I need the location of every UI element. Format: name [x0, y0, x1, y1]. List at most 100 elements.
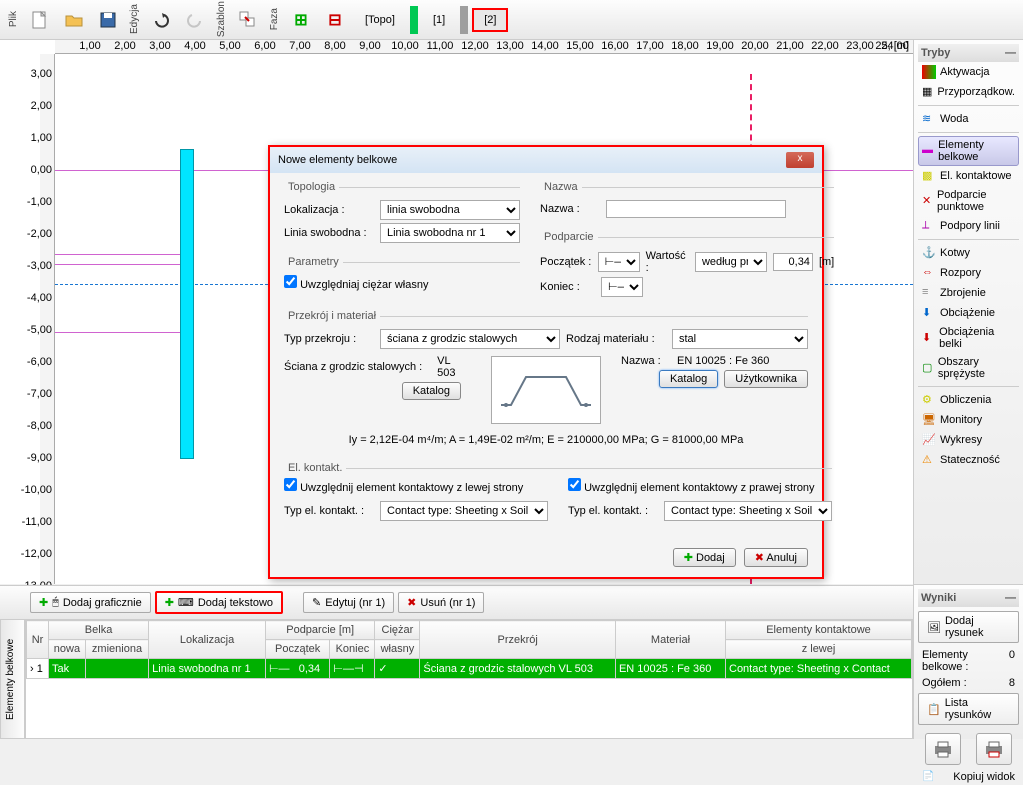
koniec-label: Koniec :: [540, 281, 595, 293]
th-ciezar[interactable]: Ciężar: [375, 621, 420, 640]
action-bar: ✚🖱 Dodaj graficznie ✚⌨ Dodaj tekstowo ✎ …: [0, 585, 913, 619]
table-row[interactable]: › 1 Tak Linia swobodna nr 1 ⊢— 0,34 ⊢—⊣ …: [27, 659, 912, 679]
dialog-close-button[interactable]: x: [786, 152, 814, 168]
kontakt-left-cb[interactable]: [284, 478, 297, 491]
nazwa-label: Nazwa :: [540, 203, 600, 215]
wyniki-title: Wyniki: [921, 592, 956, 604]
th-nr[interactable]: Nr: [27, 621, 49, 659]
typ-przekroju-select[interactable]: ściana z grodzic stalowych: [380, 329, 560, 349]
poczatek-select[interactable]: ⊢—: [598, 252, 640, 272]
dialog-title-text: Nowe elementy belkowe: [278, 154, 397, 166]
tryby-title: Tryby: [921, 47, 950, 59]
tryby-statecznosc[interactable]: ⚠Stateczność: [918, 450, 1019, 470]
vertical-tab-elementy-belkowe[interactable]: Elementy belkowe: [0, 619, 25, 739]
print-color-button[interactable]: [976, 733, 1012, 765]
phase-marker-2: [460, 6, 468, 34]
wartosc-input[interactable]: [773, 253, 813, 271]
legend-topologia: Topologia: [284, 181, 339, 193]
legend-kontakt: El. kontakt.: [284, 462, 346, 474]
sciana-value: VL 503: [437, 355, 471, 379]
tryby-obciazenia-belki[interactable]: ⬇Obciążenia belki: [918, 323, 1019, 353]
ruler-vertical: 3,002,001,000,00-1,00-2,00-3,00-4,00-5,0…: [40, 54, 55, 584]
tab-1[interactable]: [1]: [422, 9, 456, 31]
tryby-monitory[interactable]: 🖥Monitory: [918, 410, 1019, 430]
template-button[interactable]: [232, 4, 264, 36]
th-elkontakt[interactable]: Elementy kontaktowe: [726, 621, 912, 640]
th-przekroj[interactable]: Przekrój: [420, 621, 616, 659]
dodaj-tekstowo-button[interactable]: ✚⌨ Dodaj tekstowo: [155, 591, 283, 614]
dodaj-rysunek-button[interactable]: 🖼 Dodaj rysunek: [918, 611, 1019, 643]
kontakt-right-cb[interactable]: [568, 478, 581, 491]
koniec-select[interactable]: ⊢—⊣: [601, 277, 643, 297]
tryby-przyporzadkow[interactable]: ▦Przyporządkow.: [918, 82, 1019, 102]
kontakt-typ-left-select[interactable]: Contact type: Sheeting x Soil: [380, 501, 548, 521]
wyniki-ogolem-val: 8: [1009, 677, 1015, 689]
th-lokalizacja[interactable]: Lokalizacja: [149, 621, 266, 659]
kontakt-left-label[interactable]: Uwzględnij element kontaktowy z lewej st…: [284, 482, 523, 494]
tryby-woda[interactable]: ≋Woda: [918, 109, 1019, 129]
nazwa-input[interactable]: [606, 200, 786, 218]
remove-phase-button[interactable]: ⊟: [319, 4, 351, 36]
lokalizacja-select[interactable]: linia swobodna: [380, 200, 520, 220]
phase-label: Faza: [269, 8, 280, 30]
tryby-obciazenie[interactable]: ⬇Obciążenie: [918, 303, 1019, 323]
katalog-button-left[interactable]: Katalog: [402, 382, 461, 400]
wyniki-minimize[interactable]: —: [1005, 592, 1016, 604]
open-file-button[interactable]: [58, 4, 90, 36]
mat-nazwa-label: Nazwa :: [621, 355, 671, 367]
tryby-rozpory[interactable]: ⇔Rozpory: [918, 263, 1019, 283]
legend-podparcie: Podparcie: [540, 231, 598, 243]
th-material[interactable]: Materiał: [615, 621, 725, 659]
linia-select[interactable]: Linia swobodna nr 1: [380, 223, 520, 243]
th-belka[interactable]: Belka: [48, 621, 148, 640]
print-bw-button[interactable]: [925, 733, 961, 765]
th-podparcie[interactable]: Podparcie [m]: [265, 621, 374, 640]
ciezar-checkbox-label[interactable]: Uwzględniaj ciężar własny: [284, 275, 428, 291]
tryby-podpory-linii[interactable]: ⟂Podpory linii: [918, 216, 1019, 236]
dodaj-button[interactable]: ✚ Dodaj: [673, 548, 736, 567]
tryby-minimize[interactable]: —: [1005, 47, 1016, 59]
ruler-horizontal: 1,002,003,004,005,006,007,008,009,0010,0…: [55, 40, 913, 54]
dialog-nowe-elementy-belkowe: Nowe elementy belkowe x Topologia Lokali…: [268, 145, 824, 579]
wyniki-panel: Wyniki — 🖼 Dodaj rysunek Elementy belkowe…: [913, 584, 1023, 739]
ciezar-checkbox[interactable]: [284, 275, 297, 288]
tryby-aktywacja[interactable]: Aktywacja: [918, 62, 1019, 82]
tab-topo[interactable]: [Topo]: [354, 9, 406, 31]
undo-button[interactable]: [145, 4, 177, 36]
redo-button[interactable]: [179, 4, 211, 36]
wartosc-select[interactable]: według przekroju: [695, 252, 767, 272]
poczatek-label: Początek :: [540, 256, 592, 268]
katalog-button-right[interactable]: Katalog: [659, 370, 718, 388]
wyniki-elem-label: Elementy belkowe :: [922, 649, 1009, 673]
tab-2[interactable]: [2]: [472, 8, 508, 32]
legend-parametry: Parametry: [284, 256, 343, 268]
tryby-wykresy[interactable]: 📈Wykresy: [918, 430, 1019, 450]
tryby-kotwy[interactable]: ⚓Kotwy: [918, 243, 1019, 263]
wartosc-label: Wartość :: [646, 250, 689, 274]
usun-button[interactable]: ✖ Usuń (nr 1): [398, 592, 484, 613]
formula-text: Iy = 2,12E-04 m⁴/m; A = 1,49E-02 m²/m; E…: [284, 434, 808, 446]
sheet-pile-element[interactable]: [180, 149, 194, 459]
new-file-button[interactable]: [24, 4, 56, 36]
tryby-obszary-sprezyste[interactable]: ▢Obszary sprężyste: [918, 353, 1019, 383]
uzytkownika-button[interactable]: Użytkownika: [724, 370, 808, 388]
linia-label: Linia swobodna :: [284, 227, 374, 239]
dodaj-graficznie-button[interactable]: ✚🖱 Dodaj graficznie: [30, 592, 151, 613]
tryby-obliczenia[interactable]: ⚙Obliczenia: [918, 390, 1019, 410]
tryby-podparcie-punktowe[interactable]: ✕Podparcie punktowe: [918, 186, 1019, 216]
kopiuj-widok-button[interactable]: 📄 Kopiuj widok: [918, 769, 1019, 785]
ruler-unit: 25, [m]: [875, 40, 909, 52]
rodzaj-select[interactable]: stal: [672, 329, 808, 349]
tryby-panel: Tryby — Aktywacja ▦Przyporządkow. ≋Woda ▬…: [913, 40, 1023, 584]
tryby-zbrojenie[interactable]: ≡Zbrojenie: [918, 283, 1019, 303]
save-file-button[interactable]: [92, 4, 124, 36]
anuluj-button[interactable]: ✖ Anuluj: [744, 548, 808, 567]
mat-nazwa-value: EN 10025 : Fe 360: [677, 355, 769, 367]
lista-rysunkow-button[interactable]: 📋 Lista rysunków: [918, 693, 1019, 725]
kontakt-typ-right-select[interactable]: Contact type: Sheeting x Soil: [664, 501, 832, 521]
add-phase-button[interactable]: ⊞: [285, 4, 317, 36]
kontakt-right-label[interactable]: Uwzględnij element kontaktowy z prawej s…: [568, 482, 815, 494]
tryby-elementy-belkowe[interactable]: ▬Elementy belkowe: [918, 136, 1019, 166]
edytuj-button[interactable]: ✎ Edytuj (nr 1): [303, 592, 394, 613]
tryby-el-kontaktowe[interactable]: ▩El. kontaktowe: [918, 166, 1019, 186]
